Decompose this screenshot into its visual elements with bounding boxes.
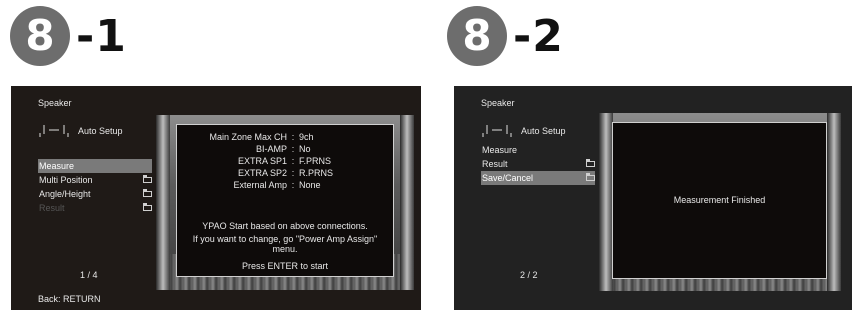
measurement-finished-message: Measurement Finished xyxy=(673,195,766,205)
summary-key: BI-AMP xyxy=(255,144,287,154)
folder-icon xyxy=(143,175,152,183)
summary-value: 9ch xyxy=(299,132,314,142)
stage-pillar-left xyxy=(156,115,170,290)
speaker-setup-icon xyxy=(482,125,512,137)
step-number-badge: 8 xyxy=(10,6,70,66)
menu-item-measure[interactable]: Measure xyxy=(38,159,152,173)
stage-backdrop: Measurement Finished xyxy=(599,113,841,291)
summary-row: EXTRA SP1 : F.PRNS xyxy=(177,155,395,167)
back-return-hint: Back: RETURN xyxy=(38,294,101,304)
folder-icon xyxy=(143,189,152,197)
menu-item-label: Multi Position xyxy=(39,175,93,185)
summary-key: Main Zone Max CH xyxy=(209,132,287,142)
summary-row: Main Zone Max CH : 9ch xyxy=(177,131,395,143)
summary-key: EXTRA SP1 xyxy=(237,156,287,166)
page-indicator: 2 / 2 xyxy=(520,270,538,280)
dialog-message-start: YPAO Start based on above connections. xyxy=(202,221,368,231)
menu-item-result: Result xyxy=(38,201,152,215)
step-substep-label: -1 xyxy=(76,10,127,62)
summary-value: R.PRNS xyxy=(299,168,334,178)
folder-icon xyxy=(586,159,595,167)
menu-item-result[interactable]: Result xyxy=(481,157,595,171)
connection-summary: Main Zone Max CH : 9ch BI-AMP : No EXTRA… xyxy=(177,131,395,191)
step-header-8-2: 8 -2 xyxy=(447,2,564,70)
menu-item-label: Result xyxy=(39,203,65,213)
summary-key: External Amp xyxy=(233,180,287,190)
menu-item-save-cancel[interactable]: Save/Cancel xyxy=(481,171,595,185)
summary-row: EXTRA SP2 : R.PRNS xyxy=(177,167,395,179)
setup-menu: Measure Multi Position Angle/Height Resu… xyxy=(38,159,152,215)
summary-value: F.PRNS xyxy=(299,156,332,166)
step-header-8-1: 8 -1 xyxy=(10,2,127,70)
step-number-badge: 8 xyxy=(447,6,507,66)
auto-setup-label: Auto Setup xyxy=(78,126,123,136)
menu-item-measure[interactable]: Measure xyxy=(481,143,595,157)
summary-row: BI-AMP : No xyxy=(177,143,395,155)
ypao-confirm-dialog: Main Zone Max CH : 9ch BI-AMP : No EXTRA… xyxy=(176,124,394,277)
menu-item-label: Measure xyxy=(482,145,518,155)
menu-item-label: Save/Cancel xyxy=(482,173,534,183)
osd-screen-2: Speaker Auto Setup Measure Result Save/C… xyxy=(454,86,852,310)
page-indicator: 1 / 4 xyxy=(80,270,98,280)
osd-screen-1: Speaker Auto Setup Measure Multi Positio… xyxy=(11,86,421,310)
stage-pillar-right xyxy=(400,115,414,290)
screen-title: Speaker xyxy=(38,98,72,108)
dialog-message-menu: menu. xyxy=(272,244,298,254)
folder-icon xyxy=(143,203,152,211)
screen-title: Speaker xyxy=(481,98,515,108)
measurement-result-dialog: Measurement Finished xyxy=(612,122,827,279)
summary-value: None xyxy=(299,180,321,190)
menu-item-label: Measure xyxy=(39,161,75,171)
stage-backdrop: Main Zone Max CH : 9ch BI-AMP : No EXTRA… xyxy=(156,115,414,290)
speaker-setup-icon xyxy=(39,125,69,137)
summary-key: EXTRA SP2 xyxy=(237,168,287,178)
setup-menu: Measure Result Save/Cancel xyxy=(481,143,595,185)
menu-item-multi-position[interactable]: Multi Position xyxy=(38,173,152,187)
menu-item-angle-height[interactable]: Angle/Height xyxy=(38,187,152,201)
dialog-enter-hint: Press ENTER to start xyxy=(241,261,329,271)
menu-item-label: Result xyxy=(482,159,508,169)
stage-pillar-right xyxy=(827,113,841,291)
stage-pillar-left xyxy=(599,113,613,291)
auto-setup-heading: Auto Setup xyxy=(481,124,566,138)
summary-row: External Amp : None xyxy=(177,179,395,191)
menu-item-label: Angle/Height xyxy=(39,189,91,199)
auto-setup-heading: Auto Setup xyxy=(38,124,123,138)
summary-value: No xyxy=(299,144,311,154)
step-substep-label: -2 xyxy=(513,10,564,62)
auto-setup-label: Auto Setup xyxy=(521,126,566,136)
folder-icon xyxy=(586,173,595,181)
